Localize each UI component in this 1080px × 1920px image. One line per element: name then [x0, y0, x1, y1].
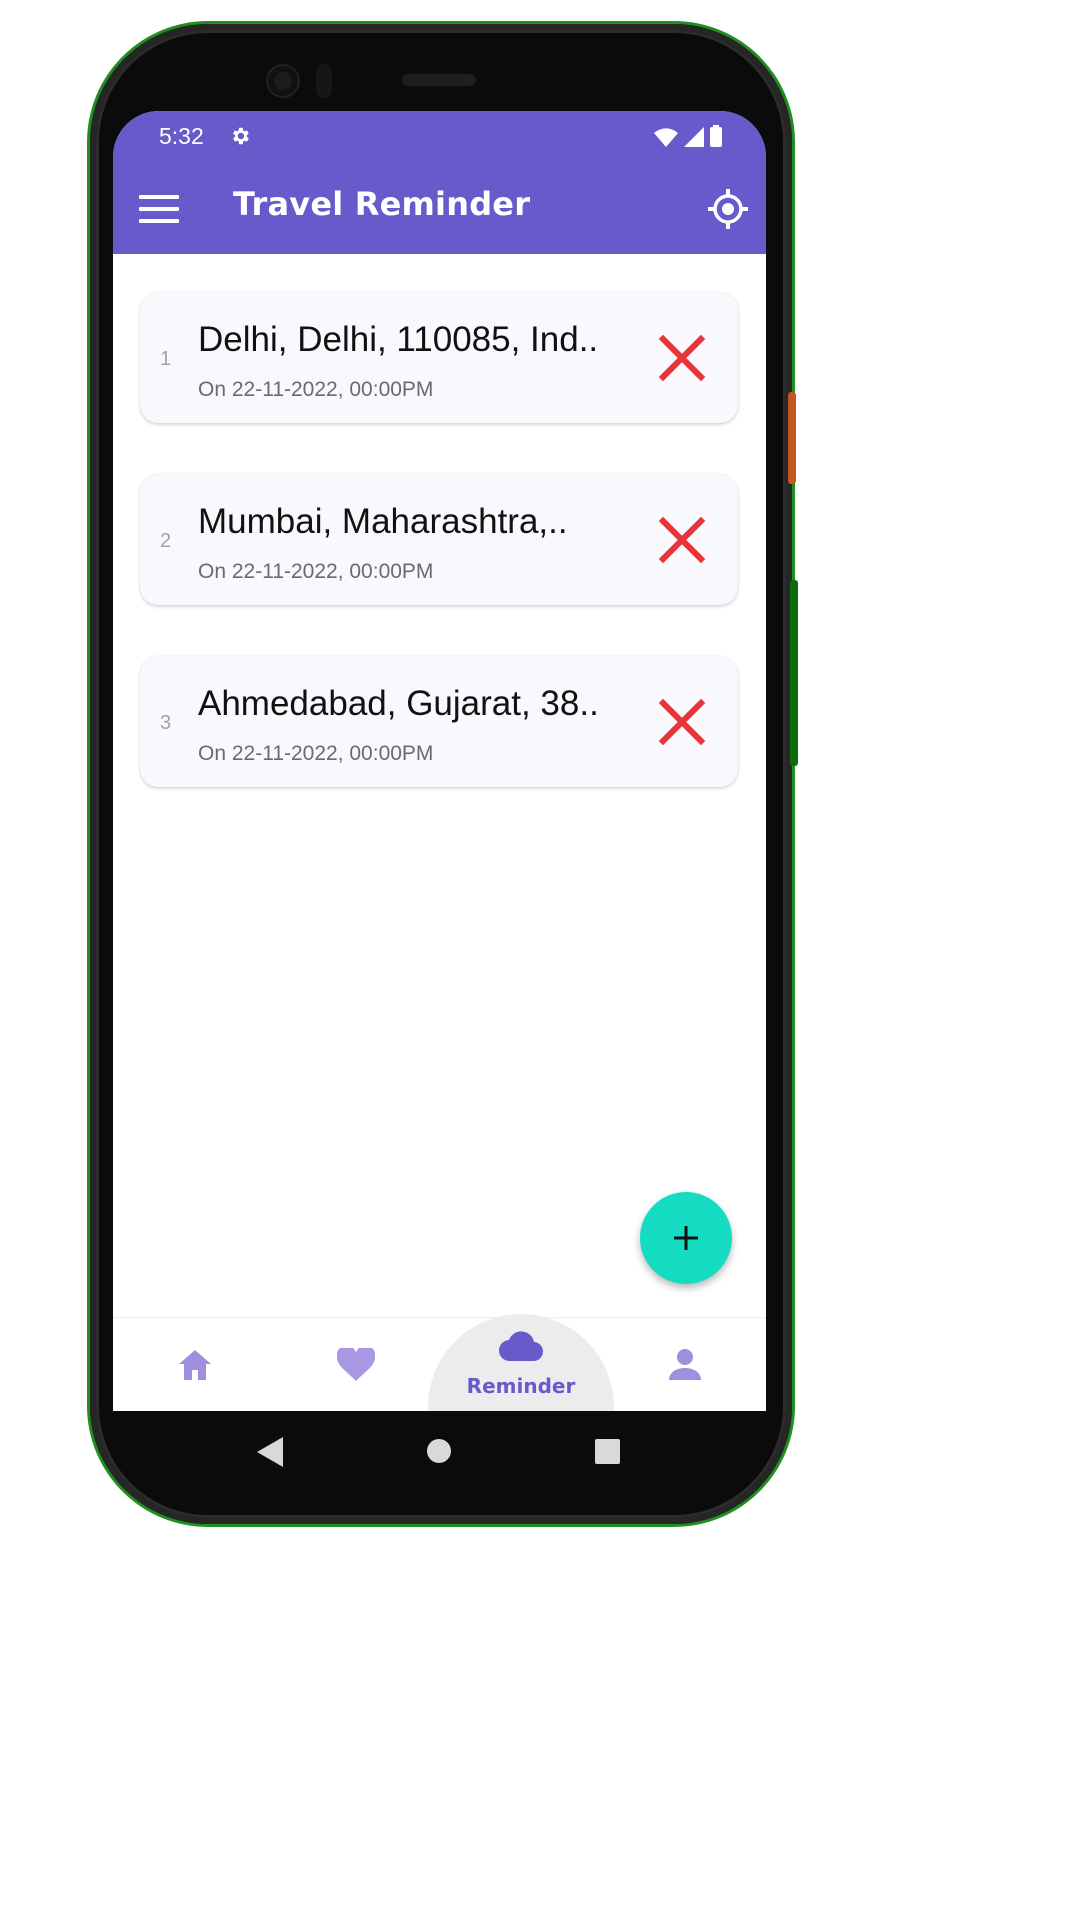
reminder-place: Ahmedabad, Gujarat, 38.. [198, 684, 599, 723]
page-title: Travel Reminder [233, 185, 531, 223]
reminder-date: On 22-11-2022, 00:00PM [198, 378, 434, 401]
hamburger-menu-icon[interactable] [139, 193, 181, 225]
status-time: 5:32 [159, 123, 204, 149]
nav-label-reminder: Reminder [466, 1374, 576, 1398]
reminder-index: 2 [160, 530, 172, 552]
system-navigation-bar [113, 1411, 766, 1491]
home-icon [179, 1350, 211, 1380]
proximity-sensor [316, 64, 332, 98]
nav-item-favorites[interactable] [315, 1318, 399, 1411]
my-location-icon[interactable] [708, 189, 748, 229]
reminder-index: 1 [160, 348, 172, 370]
reminder-card[interactable]: 2 Mumbai, Maharashtra,.. On 22-11-2022, … [140, 474, 738, 605]
reminder-date: On 22-11-2022, 00:00PM [198, 560, 434, 583]
reminder-card[interactable]: 3 Ahmedabad, Gujarat, 38.. On 22-11-2022… [140, 656, 738, 787]
front-camera [268, 66, 298, 96]
volume-button [790, 580, 798, 766]
person-icon [669, 1349, 701, 1380]
delete-x-icon[interactable] [657, 333, 707, 383]
reminder-date: On 22-11-2022, 00:00PM [198, 742, 434, 765]
delete-x-icon[interactable] [657, 515, 707, 565]
app-bar: 5:32 Travel Reminder [113, 111, 766, 254]
recents-square-icon[interactable] [595, 1439, 620, 1464]
nav-item-profile[interactable] [643, 1318, 727, 1411]
settings-gear-icon [233, 127, 249, 145]
reminder-place: Mumbai, Maharashtra,.. [198, 502, 568, 541]
home-circle-icon[interactable] [426, 1438, 452, 1464]
heart-icon [337, 1348, 375, 1381]
wifi-icon [654, 128, 678, 147]
nav-item-home[interactable] [153, 1318, 237, 1411]
reminder-place: Delhi, Delhi, 110085, Ind.. [198, 320, 599, 359]
back-icon[interactable] [257, 1437, 283, 1467]
reminder-index: 3 [160, 712, 172, 734]
delete-x-icon[interactable] [657, 697, 707, 747]
plus-icon [674, 1226, 698, 1250]
earpiece-speaker [402, 74, 476, 86]
cellular-signal-icon [684, 127, 704, 147]
bottom-navigation: Reminder [113, 1314, 766, 1411]
app-screen: 5:32 Travel Reminder 1 Delhi, Delhi, 110… [113, 111, 766, 1411]
device-mockup: 5:32 Travel Reminder 1 Delhi, Delhi, 110… [0, 0, 880, 1564]
add-reminder-button[interactable] [640, 1192, 732, 1284]
reminder-card[interactable]: 1 Delhi, Delhi, 110085, Ind.. On 22-11-2… [140, 292, 738, 423]
status-icons [654, 125, 722, 147]
power-button [788, 392, 796, 484]
cloud-icon [499, 1331, 543, 1362]
battery-icon [710, 125, 722, 147]
